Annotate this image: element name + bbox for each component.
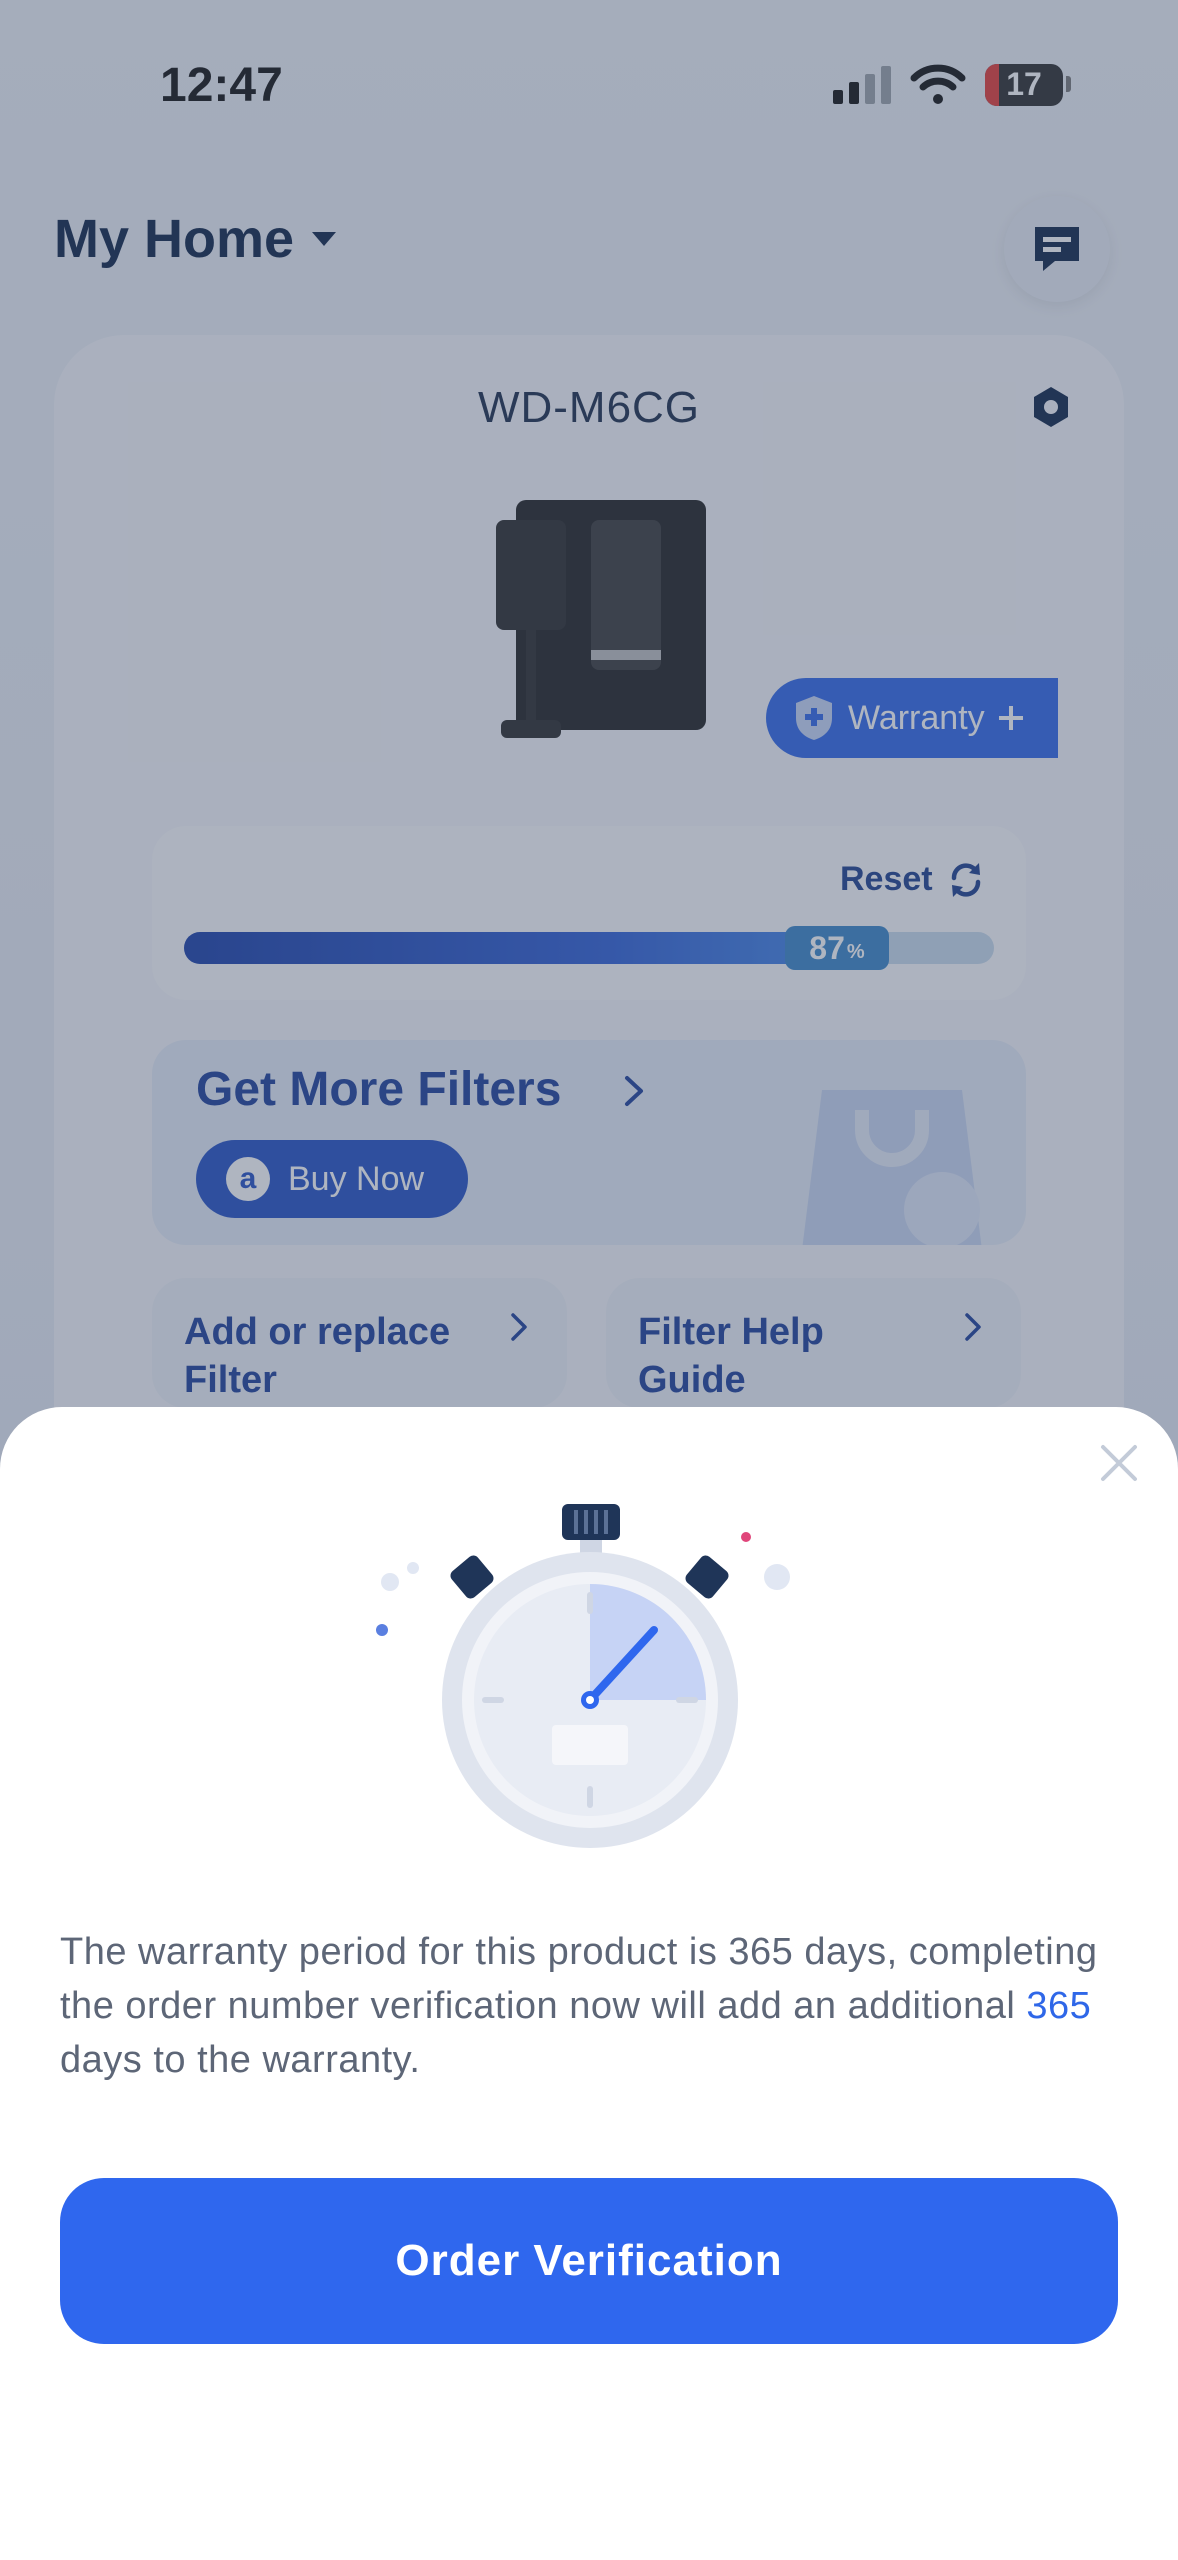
close-icon[interactable] — [1098, 1442, 1140, 1484]
order-verification-button[interactable]: Order Verification — [60, 2178, 1118, 2344]
warranty-days-highlight: 365 — [1026, 1985, 1092, 2027]
order-verification-label: Order Verification — [395, 2236, 783, 2285]
stopwatch-illustration — [376, 1504, 790, 1848]
warranty-message: The warranty period for this product is … — [60, 1931, 1098, 2081]
